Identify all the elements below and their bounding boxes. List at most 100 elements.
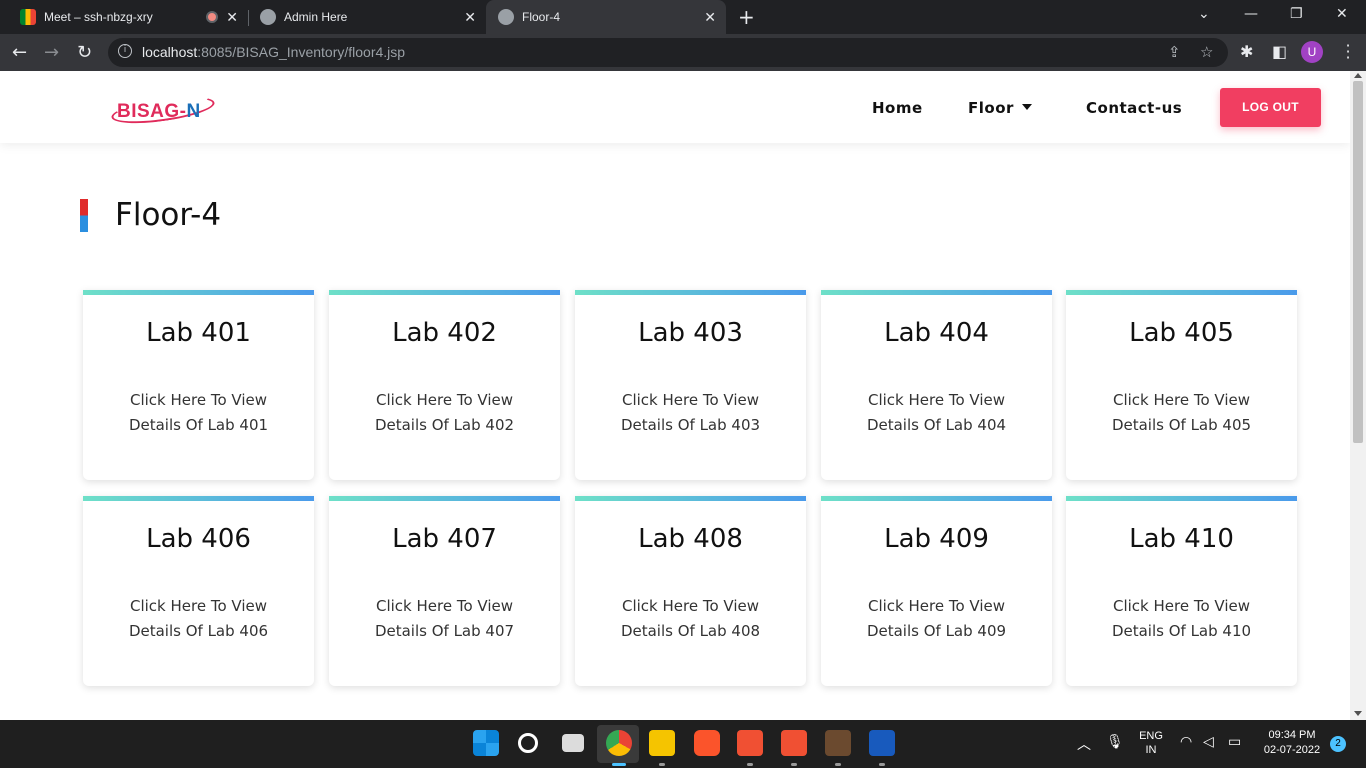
clock[interactable]: 09:34 PM 02-07-2022	[1254, 729, 1330, 756]
tab-title: Meet – ssh-nbzg-xry	[44, 10, 153, 24]
windows-start-icon[interactable]	[473, 730, 499, 756]
logout-button[interactable]: LOG OUT	[1220, 88, 1321, 127]
bookmark-star-icon[interactable]: ☆	[1200, 43, 1213, 61]
lab-card-description: Click Here To View Details Of Lab 403	[620, 391, 761, 434]
browser-toolbar: ← → ↻ i localhost:8085/BISAG_Inventory/f…	[0, 34, 1366, 71]
running-indicator	[879, 763, 885, 766]
nav-home-link[interactable]: Home	[872, 99, 923, 117]
close-tab-icon[interactable]: ✕	[464, 9, 476, 26]
volume-icon[interactable]: ◁	[1203, 734, 1214, 750]
lab-card-title: Lab 403	[638, 318, 743, 348]
scrollbar-thumb[interactable]	[1353, 81, 1363, 443]
lab-card-description: Click Here To View Details Of Lab 404	[866, 391, 1007, 434]
globe-icon	[260, 9, 276, 25]
scroll-up-icon[interactable]	[1354, 73, 1362, 78]
address-bar[interactable]: i localhost:8085/BISAG_Inventory/floor4.…	[108, 38, 1228, 67]
task-view-icon[interactable]	[562, 734, 584, 752]
lab-card[interactable]: Lab 408 Click Here To View Details Of Lab …	[575, 496, 806, 686]
forward-icon[interactable]: →	[44, 42, 59, 63]
brave-icon[interactable]	[694, 730, 720, 756]
tab-title: Admin Here	[284, 10, 348, 24]
file-explorer-icon[interactable]	[649, 730, 675, 756]
running-indicator	[659, 763, 665, 766]
lab-card[interactable]: Lab 410 Click Here To View Details Of Lab …	[1066, 496, 1297, 686]
close-tab-icon[interactable]: ✕	[704, 9, 716, 26]
lab-card[interactable]: Lab 402 Click Here To View Details Of Lab …	[329, 290, 560, 480]
lab-card[interactable]: Lab 403 Click Here To View Details Of Lab …	[575, 290, 806, 480]
running-indicator	[747, 763, 753, 766]
notification-badge[interactable]: 2	[1330, 736, 1346, 752]
share-icon[interactable]: ⇪	[1168, 43, 1181, 61]
lab-card-title: Lab 401	[146, 318, 251, 348]
recording-icon	[206, 11, 218, 23]
profile-avatar[interactable]: U	[1301, 41, 1323, 63]
url-text: localhost:8085/BISAG_Inventory/floor4.js…	[142, 44, 406, 60]
tab-title: Floor-4	[522, 10, 561, 24]
reload-icon[interactable]: ↻	[77, 42, 92, 63]
git-icon[interactable]	[781, 730, 807, 756]
page-title: Floor-4	[115, 197, 222, 233]
tab-admin-here[interactable]: Admin Here ✕	[248, 0, 486, 34]
browser-menu-icon[interactable]: · · ·	[1345, 38, 1351, 66]
wifi-icon[interactable]: ◠	[1180, 734, 1192, 750]
title-accent-bar	[80, 199, 88, 232]
globe-icon	[498, 9, 514, 25]
extensions-icon[interactable]: ✱	[1240, 42, 1253, 61]
lab-card-description: Click Here To View Details Of Lab 409	[866, 597, 1007, 640]
lab-card-description: Click Here To View Details Of Lab 406	[128, 597, 269, 640]
chrome-active-indicator	[612, 763, 626, 766]
running-indicator	[835, 763, 841, 766]
nav-floor-dropdown[interactable]: Floor	[968, 99, 1032, 117]
lab-card-description: Click Here To View Details Of Lab 410	[1111, 597, 1252, 640]
language-indicator[interactable]: ENG IN	[1136, 730, 1166, 756]
lab-card[interactable]: Lab 406 Click Here To View Details Of Lab …	[83, 496, 314, 686]
lab-card[interactable]: Lab 405 Click Here To View Details Of Lab …	[1066, 290, 1297, 480]
tab-meet[interactable]: Meet – ssh-nbzg-xry ✕	[8, 0, 248, 34]
tab-floor-4[interactable]: Floor-4 ✕	[486, 0, 726, 34]
page-scrollbar[interactable]	[1350, 71, 1366, 720]
lab-card-description: Click Here To View Details Of Lab 408	[620, 597, 761, 640]
new-tab-icon[interactable]: +	[738, 5, 755, 29]
windows-taskbar: ︿ 🎙 ENG IN ◠ ◁ ▭ 09:34 PM 02-07-2022 2	[0, 720, 1366, 768]
side-panel-icon[interactable]: ◧	[1272, 42, 1287, 61]
minimize-icon[interactable]: —	[1244, 6, 1258, 22]
show-hidden-icons-icon[interactable]: ︿	[1077, 734, 1091, 754]
lab-card[interactable]: Lab 404 Click Here To View Details Of Lab …	[821, 290, 1052, 480]
lab-card[interactable]: Lab 401 Click Here To View Details Of Lab …	[83, 290, 314, 480]
lab-card-description: Click Here To View Details Of Lab 407	[374, 597, 515, 640]
microphone-icon[interactable]: 🎙	[1106, 734, 1124, 750]
close-window-icon[interactable]: ✕	[1336, 6, 1348, 22]
caret-down-icon	[1021, 103, 1032, 110]
lab-card-title: Lab 408	[638, 524, 743, 554]
game-app-icon[interactable]	[825, 730, 851, 756]
lab-card-title: Lab 405	[1129, 318, 1234, 348]
back-icon[interactable]: ←	[12, 42, 27, 63]
battery-icon[interactable]: ▭	[1228, 734, 1241, 750]
bisag-logo[interactable]: BISAG-N	[109, 89, 217, 129]
nav-contact-link[interactable]: Contact-us	[1086, 99, 1182, 117]
search-icon[interactable]	[518, 733, 538, 753]
chrome-icon[interactable]	[606, 730, 632, 756]
lab-card-description: Click Here To View Details Of Lab 401	[128, 391, 269, 434]
google-meet-icon	[20, 9, 36, 25]
lab-card-title: Lab 404	[884, 318, 989, 348]
git-icon[interactable]	[737, 730, 763, 756]
running-indicator	[791, 763, 797, 766]
lab-card[interactable]: Lab 407 Click Here To View Details Of Lab …	[329, 496, 560, 686]
lab-card-title: Lab 410	[1129, 524, 1234, 554]
tab-search-icon[interactable]: ⌄	[1198, 6, 1210, 22]
lab-card[interactable]: Lab 409 Click Here To View Details Of Lab …	[821, 496, 1052, 686]
lab-card-description: Click Here To View Details Of Lab 405	[1111, 391, 1252, 434]
lab-card-title: Lab 407	[392, 524, 497, 554]
scroll-down-icon[interactable]	[1354, 711, 1362, 716]
lab-card-description: Click Here To View Details Of Lab 402	[374, 391, 515, 434]
lab-card-title: Lab 406	[146, 524, 251, 554]
page-viewport: BISAG-N Home Floor Contact-us LOG OUT Fl…	[0, 71, 1350, 720]
lab-card-title: Lab 409	[884, 524, 989, 554]
site-info-icon[interactable]: i	[118, 44, 132, 58]
lab-card-title: Lab 402	[392, 318, 497, 348]
word-icon[interactable]	[869, 730, 895, 756]
restore-icon[interactable]: ❐	[1290, 6, 1303, 22]
close-tab-icon[interactable]: ✕	[226, 9, 238, 26]
site-navbar: BISAG-N Home Floor Contact-us LOG OUT	[0, 71, 1350, 143]
